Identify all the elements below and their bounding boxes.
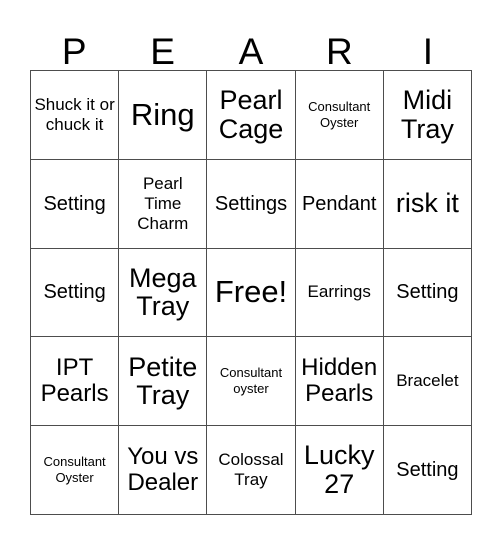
bingo-cell-label: Earrings	[307, 282, 371, 302]
bingo-cell-r3c2[interactable]: Mega Tray	[119, 248, 208, 338]
bingo-cell-r3c5[interactable]: Setting	[383, 248, 472, 338]
header-letter-5: I	[422, 31, 433, 72]
bingo-cell-label: Pearl Cage	[218, 85, 284, 144]
bingo-cell-label: Free!	[214, 274, 288, 310]
bingo-cell-label: Consultant Oyster	[308, 99, 371, 130]
bingo-cell-r4c2[interactable]: Petite Tray	[119, 337, 208, 427]
bingo-cell-label: Petite Tray	[128, 351, 198, 411]
bingo-cell-label: Setting	[43, 281, 106, 304]
bingo-cell-r4c4[interactable]: Hidden Pearls	[295, 337, 384, 427]
bingo-cell-label: You vs Dealer	[127, 443, 199, 497]
bingo-cell-label: Shuck it or chuck it	[34, 94, 115, 134]
bingo-cell-label: Setting	[396, 458, 459, 481]
bingo-cell-label: Hidden Pearls	[301, 354, 378, 408]
bingo-cell-label: Lucky 27	[303, 440, 375, 500]
bingo-cell-r4c3[interactable]: Consultant oyster	[207, 337, 296, 427]
bingo-cell-r2c1[interactable]: Setting	[31, 159, 120, 249]
bingo-cell-r2c5[interactable]: risk it	[383, 159, 472, 249]
bingo-cell-r1c3[interactable]: Pearl Cage	[207, 71, 296, 160]
header-letter-3: A	[238, 31, 264, 72]
bingo-cell-label: Pendant	[301, 192, 377, 215]
bingo-cell-label: risk it	[395, 188, 459, 219]
bingo-cell-r3c3[interactable]: Free!	[207, 248, 296, 338]
bingo-cell-r4c5[interactable]: Bracelet	[383, 337, 472, 427]
bingo-cell-r2c3[interactable]: Settings	[207, 159, 296, 249]
bingo-cell-label: Consultant oyster	[219, 365, 283, 397]
bingo-cell-r2c4[interactable]: Pendant	[295, 159, 384, 249]
bingo-cell-label: Settings	[214, 192, 288, 215]
bingo-cell-r5c3[interactable]: Colossal Tray	[207, 426, 296, 515]
bingo-cell-r5c5[interactable]: Setting	[383, 426, 472, 515]
bingo-cell-r5c1[interactable]: Consultant Oyster	[31, 426, 120, 515]
bingo-cell-r1c5[interactable]: Midi Tray	[383, 71, 472, 160]
bingo-card: P E A R I Shuck it or chuck it Ring Pearl …	[0, 0, 500, 544]
bingo-cell-r3c4[interactable]: Earrings	[295, 248, 384, 338]
bingo-cell-r2c2[interactable]: Pearl Time Charm	[119, 159, 208, 249]
bingo-cell-label: Setting	[43, 192, 106, 215]
bingo-cell-r1c1[interactable]: Shuck it or chuck it	[31, 71, 120, 160]
bingo-cell-label: Midi Tray	[400, 85, 454, 144]
bingo-cell-r3c1[interactable]: Setting	[31, 248, 120, 338]
bingo-cell-label: Mega Tray	[129, 262, 197, 322]
bingo-cell-label: Consultant Oyster	[43, 454, 106, 486]
bingo-grid: Shuck it or chuck it Ring Pearl Cage Consul…	[30, 70, 472, 515]
bingo-cell-r4c1[interactable]: IPT Pearls	[31, 337, 120, 427]
bingo-cell-r5c2[interactable]: You vs Dealer	[119, 426, 208, 515]
bingo-cell-r1c2[interactable]: Ring	[119, 71, 208, 160]
header-letter-4: R	[326, 31, 353, 72]
bingo-cell-label: Setting	[396, 281, 459, 304]
header-letter-1: P	[61, 31, 87, 72]
bingo-cell-label: Colossal Tray	[218, 450, 284, 490]
bingo-cell-label: IPT Pearls	[40, 354, 109, 408]
bingo-cell-r5c4[interactable]: Lucky 27	[295, 426, 384, 515]
bingo-cell-label: Bracelet	[396, 371, 459, 391]
bingo-cell-label: Pearl Time Charm	[137, 173, 189, 233]
bingo-cell-r1c4[interactable]: Consultant Oyster	[295, 71, 384, 160]
bingo-header: P E A R I	[30, 18, 472, 70]
bingo-cell-label: Ring	[130, 96, 195, 132]
header-letter-2: E	[150, 31, 175, 72]
